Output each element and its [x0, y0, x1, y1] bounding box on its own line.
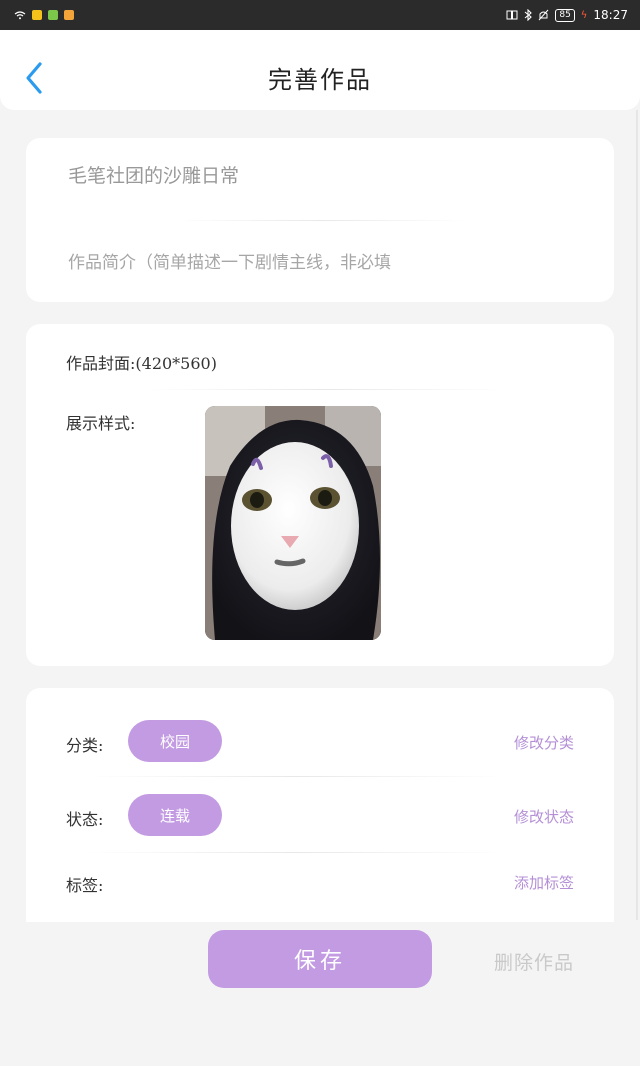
divider: [86, 852, 506, 853]
status-bar-right: 85 ϟ 18:27: [506, 8, 628, 22]
status-time: 18:27: [593, 8, 628, 22]
cover-image[interactable]: [205, 406, 381, 640]
tags-label: 标签:: [66, 876, 104, 895]
app-icon-2: [48, 10, 58, 20]
display-style-label: 展示样式:: [66, 414, 136, 433]
meta-card: 分类: 校园 修改分类 状态: 连载 修改状态 标签: 添加标签: [26, 688, 614, 922]
scrollbar[interactable]: [636, 110, 638, 920]
save-button[interactable]: 保存: [208, 930, 432, 988]
wifi-icon: [14, 11, 26, 20]
bluetooth-icon: [524, 9, 533, 21]
status-bar: 85 ϟ 18:27: [0, 0, 640, 30]
app-icon-1: [32, 10, 42, 20]
edit-category-link[interactable]: 修改分类: [514, 732, 574, 753]
work-intro-input[interactable]: [68, 250, 568, 276]
charging-icon: ϟ: [580, 9, 588, 21]
cover-picture: [205, 406, 381, 640]
divider: [86, 776, 506, 777]
cover-card: 作品封面:(420*560) 展示样式:: [26, 324, 614, 666]
book-icon: [506, 10, 518, 20]
mute-icon: [538, 9, 549, 21]
work-title-input[interactable]: [68, 160, 568, 188]
app-icon-3: [64, 10, 74, 20]
cover-label: 作品封面:(420*560): [66, 354, 217, 373]
add-tag-link[interactable]: 添加标签: [514, 872, 574, 893]
page-title: 完善作品: [268, 66, 372, 94]
divider: [146, 389, 506, 390]
edit-status-link[interactable]: 修改状态: [514, 806, 574, 827]
delete-work-button[interactable]: 删除作品: [494, 948, 574, 975]
top-bar: 完善作品: [0, 30, 640, 110]
status-bar-left: [14, 10, 74, 20]
work-info-card: [26, 138, 614, 302]
status-label: 状态:: [66, 810, 104, 829]
category-label: 分类:: [66, 736, 104, 755]
battery-icon: 85: [555, 8, 575, 22]
divider: [176, 220, 466, 221]
status-pill[interactable]: 连载: [128, 794, 222, 836]
category-pill[interactable]: 校园: [128, 720, 222, 762]
